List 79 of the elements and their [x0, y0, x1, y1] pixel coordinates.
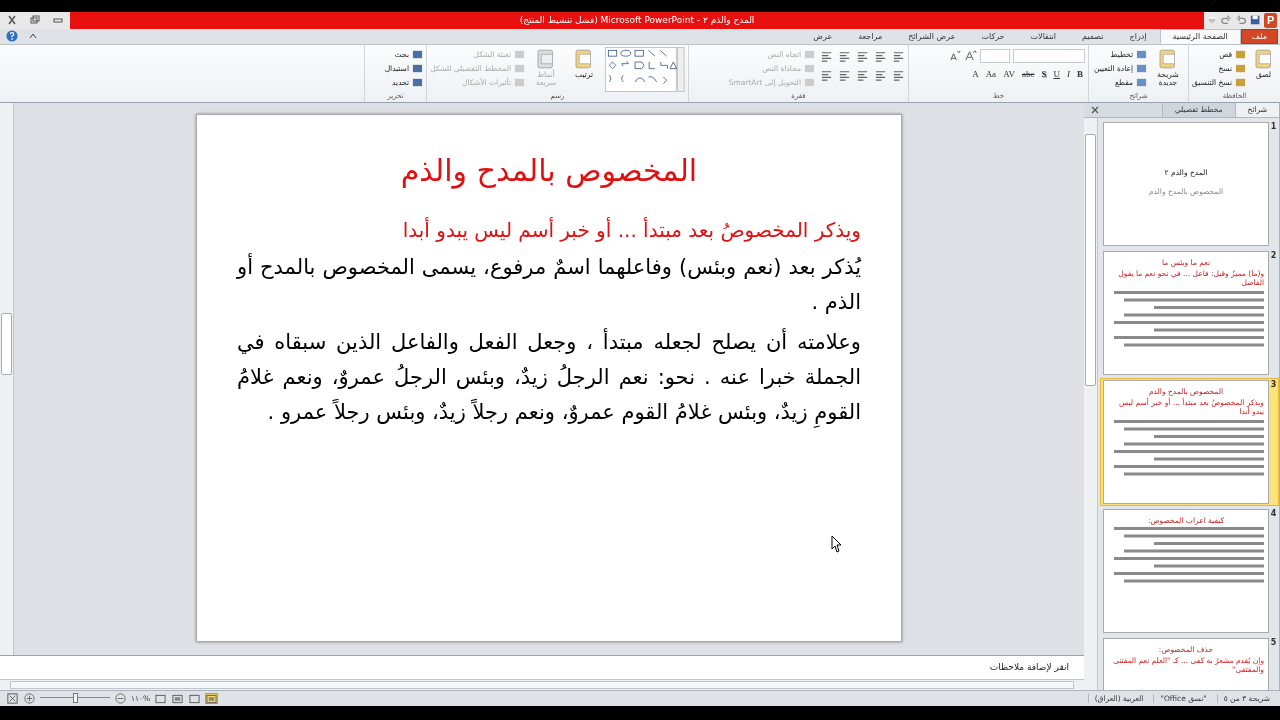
command-icon — [1235, 76, 1247, 88]
window-title: المدح والذم ٢ - Microsoft PowerPoint (فشل تنشيط المنتج) — [518, 15, 756, 26]
notes-field[interactable]: انقر لإضافة ملاحظات — [0, 654, 1084, 679]
slide-subtitle: ويذكر المخصوصُ بعد مبتدأ ... أو خبر أسم ليس يبدو أبدا — [401, 217, 861, 242]
ribbon-tab[interactable]: عرض — [800, 28, 846, 44]
paragraph-format-icon[interactable] — [874, 49, 887, 63]
view-button[interactable] — [154, 693, 168, 704]
undo-icon[interactable] — [1235, 14, 1246, 27]
fit-slide-icon[interactable] — [6, 692, 19, 705]
ribbon-tab[interactable]: مراجعة — [845, 28, 896, 44]
command-icon — [1235, 48, 1247, 60]
format-button[interactable]: Aa — [983, 68, 999, 79]
format-button[interactable]: U — [1051, 68, 1062, 79]
command-icon — [1235, 62, 1247, 74]
paragraph-format-icon[interactable] — [892, 68, 905, 82]
paragraph-format-icon[interactable] — [820, 68, 833, 82]
command-icon — [1136, 76, 1147, 88]
shapes-gallery[interactable] — [605, 46, 685, 92]
minimize-icon[interactable] — [51, 15, 66, 26]
paragraph-format-icon[interactable] — [856, 68, 869, 82]
zoom-slider[interactable] — [40, 692, 110, 705]
save-icon[interactable] — [1249, 14, 1261, 27]
command-icon — [804, 48, 815, 60]
command-icon — [412, 48, 423, 60]
ribbon-tab[interactable]: انتقالات — [1017, 28, 1069, 44]
format-button[interactable]: abc — [1019, 68, 1037, 79]
command-icon — [514, 76, 525, 88]
redo-icon[interactable] — [1221, 14, 1232, 27]
ribbon-tab[interactable]: حركات — [968, 28, 1018, 44]
ribbon-tab[interactable]: تصميم — [1069, 28, 1117, 44]
slide-paragraph: يُذكر بعد (نعم وبئس) وفاعلهما اسمٌ مرفوع، يسمى المخصوص بالمدح أو الذم . — [237, 252, 861, 316]
ribbon-tab[interactable]: إدراج — [1116, 28, 1160, 44]
shrink-font-icon[interactable] — [948, 49, 961, 63]
slide-number: 2 — [1270, 250, 1277, 262]
command-icon — [412, 62, 423, 74]
view-icon — [172, 694, 184, 704]
grow-font-icon[interactable] — [964, 49, 977, 63]
restore-icon[interactable] — [28, 15, 42, 26]
paragraph-format-icon[interactable] — [874, 68, 887, 82]
command-icon — [804, 76, 815, 88]
paragraph-format-icon[interactable] — [856, 49, 869, 63]
slide-title: المخصوص بالمدح والذم — [399, 152, 699, 188]
view-button[interactable] — [205, 693, 219, 704]
paragraph-format-icon[interactable] — [838, 49, 851, 63]
font-size-field[interactable] — [980, 48, 1010, 63]
format-button[interactable]: S — [1039, 68, 1049, 79]
command-icon — [804, 62, 815, 74]
command-icon — [1136, 62, 1147, 74]
view-icon — [189, 694, 201, 704]
format-button[interactable]: B — [1075, 68, 1085, 79]
zoom-in-icon[interactable] — [23, 692, 36, 705]
view-icon — [155, 694, 167, 704]
mouse-cursor-icon — [831, 534, 843, 553]
zoom-slider-thumb[interactable] — [73, 693, 78, 704]
command-icon — [514, 62, 525, 74]
command-icon — [514, 48, 525, 60]
paragraph-format-icon[interactable] — [892, 49, 905, 63]
view-icon — [206, 694, 218, 704]
view-button[interactable] — [188, 693, 202, 704]
slide-number: 4 — [1270, 508, 1277, 520]
format-button[interactable]: I — [1065, 68, 1072, 79]
font-name-field[interactable] — [1013, 48, 1085, 63]
slide-paragraph: وعلامته أن يصلح لجعله مبتدأ ، وجعل الفعل والفاعل الذين سبقاه في الجملة خبرا عنه . نحو: نعم الرجلُ زيدٌ، وبئس الرجلُ عمروٌ، ونعم غلامُ القومِ زيدٌ، وبئس غلامُ القوم عمروٌ، ونعم رجلاً زيدٌ، وبئس رجلاً عمرو . — [237, 325, 861, 430]
zoom-out-icon[interactable] — [114, 692, 127, 705]
close-icon[interactable] — [1090, 104, 1100, 115]
ribbon-tab[interactable]: عرض الشرائح — [895, 28, 969, 44]
paragraph-format-icon[interactable] — [820, 49, 833, 63]
view-button[interactable] — [171, 693, 185, 704]
slide-number: 3 — [1270, 379, 1277, 391]
format-button[interactable]: AV — [1001, 68, 1017, 79]
command-icon — [412, 76, 423, 88]
slide-number: 5 — [1270, 637, 1277, 649]
slide[interactable] — [196, 113, 902, 642]
paragraph-format-icon[interactable] — [838, 68, 851, 82]
command-icon — [1136, 48, 1147, 60]
help-icon[interactable] — [6, 29, 18, 42]
app-icon[interactable]: P — [1264, 12, 1277, 28]
format-button[interactable]: A — [970, 68, 981, 79]
slide-number: 1 — [1270, 121, 1277, 133]
